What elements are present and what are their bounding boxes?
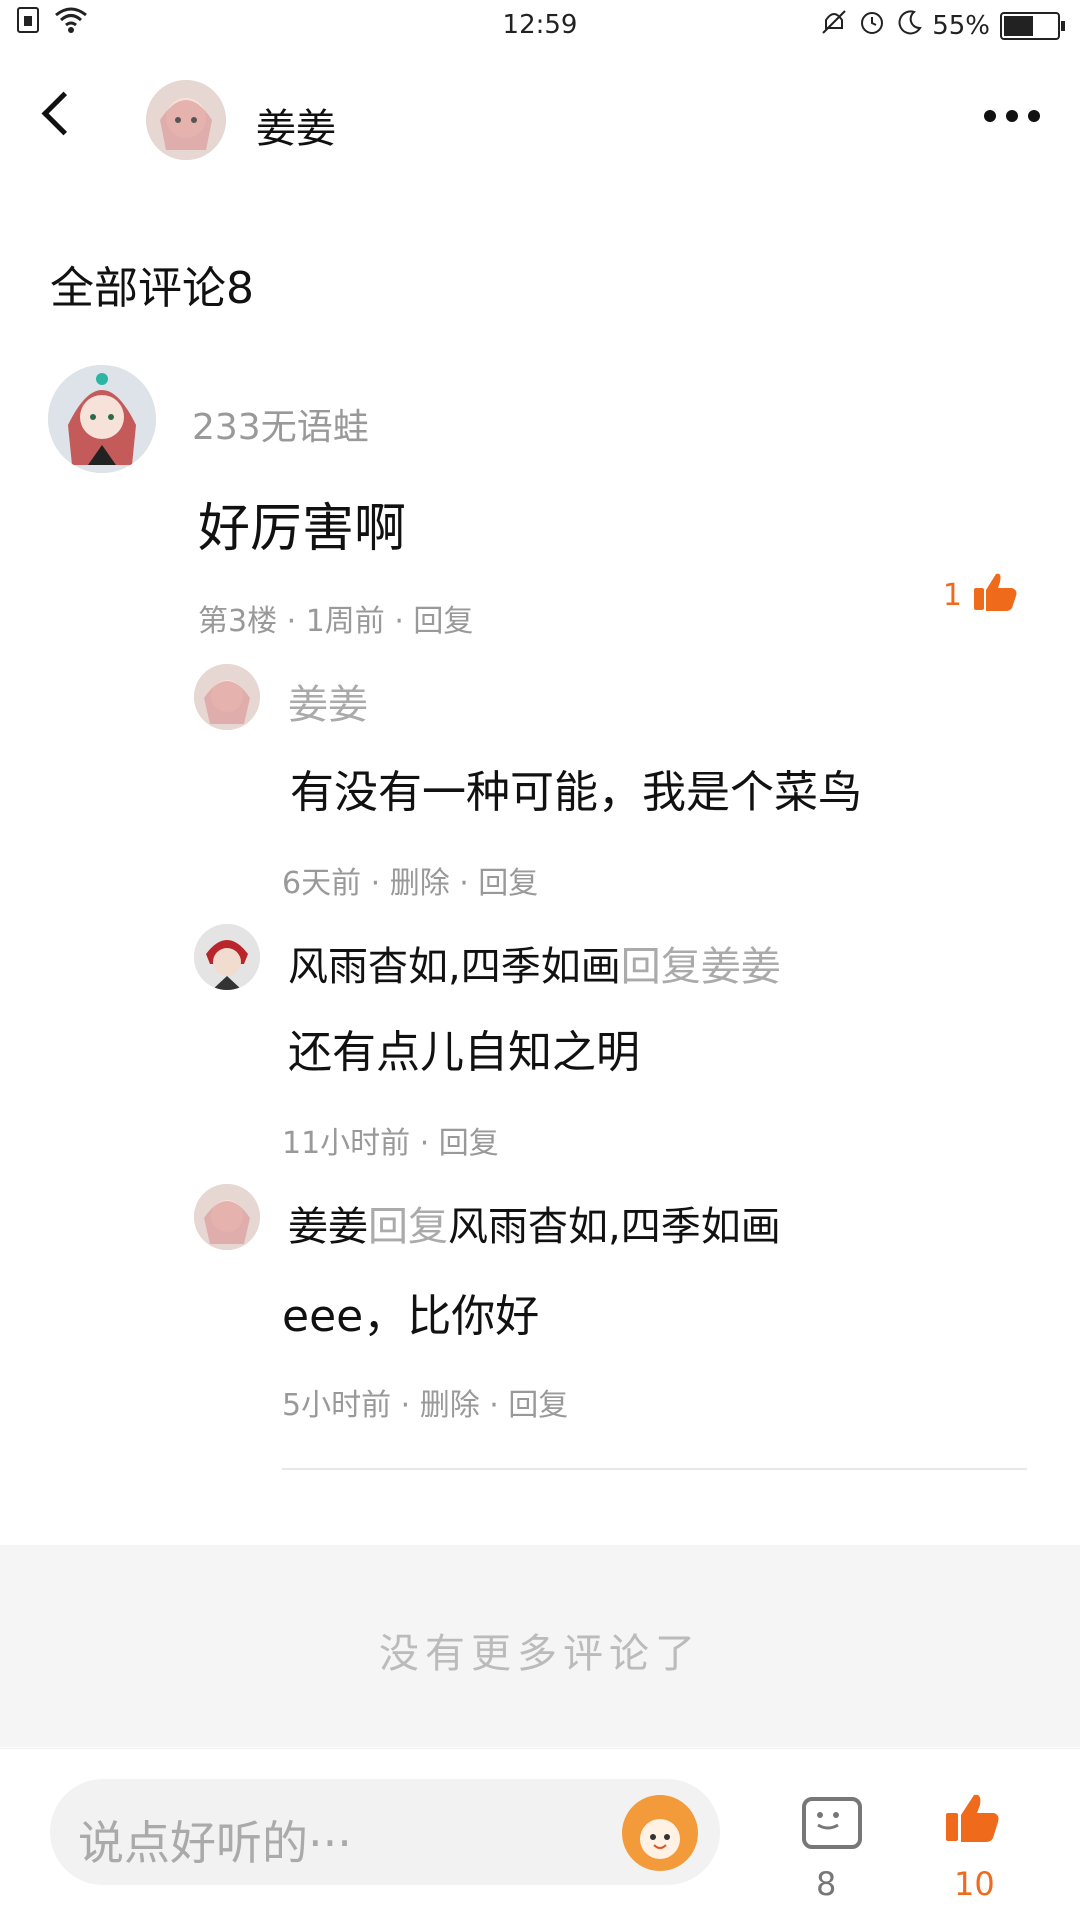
reply-meta[interactable]: 5小时前 · 删除 · 回复 (282, 1380, 568, 1424)
battery-icon (1000, 11, 1065, 40)
emoji-mascot-icon[interactable] (622, 1795, 698, 1871)
like-count: 1 (942, 577, 962, 613)
avatar[interactable] (146, 80, 226, 160)
status-bar: 12:59 55% (0, 0, 1080, 52)
avatar[interactable] (194, 1184, 260, 1250)
reply-author-line: 姜姜 (288, 672, 368, 730)
comment-bubble-icon[interactable] (802, 1797, 862, 1849)
header-user-name: 姜姜 (256, 106, 336, 152)
avatar[interactable] (48, 365, 156, 473)
reply-author-line: 姜姜回复风雨杳如,四季如画 (288, 1194, 781, 1252)
avatar[interactable] (194, 924, 260, 990)
reply-author[interactable]: 风雨杳如,四季如画 (288, 944, 621, 990)
header: 姜姜 (0, 60, 1080, 180)
thumbs-up-icon[interactable] (944, 1791, 1000, 1847)
divider (282, 1468, 1027, 1470)
comment-author[interactable]: 233无语蛙 (192, 398, 369, 450)
back-arrow-icon[interactable] (41, 91, 86, 136)
thumbs-up-icon (972, 570, 1018, 620)
reply-target[interactable]: 姜姜 (701, 944, 781, 990)
alarm-icon (858, 8, 886, 43)
comment-like-button[interactable]: 1 (943, 570, 1018, 620)
no-more-comments: 没有更多评论了 (0, 1545, 1080, 1747)
reply-meta[interactable]: 6天前 · 删除 · 回复 (282, 858, 538, 902)
battery-percent: 55% (932, 10, 990, 41)
more-options-icon[interactable] (984, 110, 1040, 122)
reply-target[interactable]: 风雨杳如,四季如画 (448, 1204, 781, 1250)
moon-icon (896, 8, 922, 43)
comments-section-title: 全部评论8 (50, 263, 254, 314)
no-more-label: 没有更多评论了 (379, 1631, 701, 1677)
reply-meta[interactable]: 11小时前 · 回复 (282, 1118, 499, 1162)
reply-text: eee，比你好 (282, 1291, 540, 1342)
bottom-bar: 说点好听的··· 8 10 (0, 1748, 1080, 1921)
avatar[interactable] (194, 664, 260, 730)
comment-meta[interactable]: 第3楼 · 1周前 · 回复 (198, 596, 473, 640)
like-count: 10 (954, 1865, 995, 1903)
mute-bell-icon (820, 8, 848, 43)
reply-author[interactable]: 姜姜 (288, 682, 368, 728)
comment-text: 好厉害啊 (198, 499, 407, 559)
reply-text: 还有点儿自知之明 (288, 1027, 640, 1078)
reply-text: 有没有一种可能，我是个菜鸟 (290, 767, 862, 818)
comment-input[interactable]: 说点好听的··· (50, 1779, 720, 1885)
comment-input-placeholder: 说点好听的··· (78, 1816, 352, 1870)
reply-author[interactable]: 姜姜 (288, 1204, 368, 1250)
comment-count: 8 (816, 1865, 837, 1903)
reply-word: 回复 (620, 944, 701, 990)
reply-author-line: 风雨杳如,四季如画回复姜姜 (288, 934, 781, 992)
reply-word: 回复 (368, 1204, 448, 1250)
